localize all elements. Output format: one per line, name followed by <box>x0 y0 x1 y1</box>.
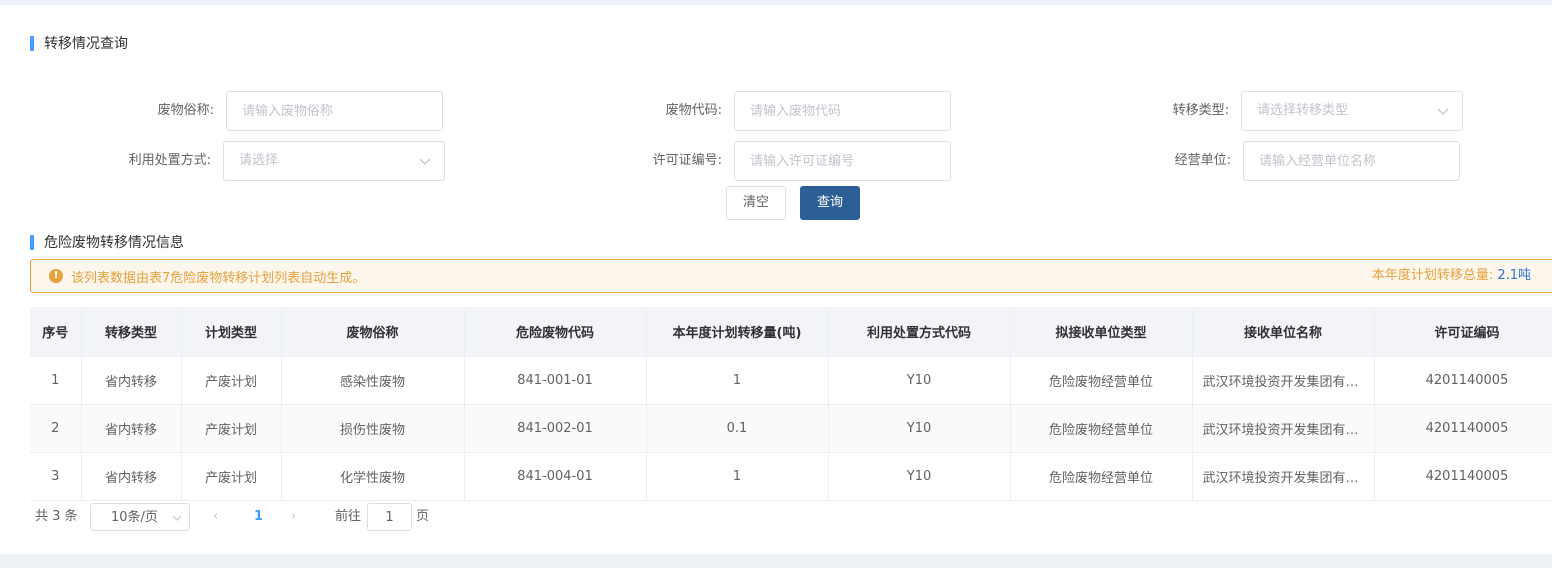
table-cell: 1 <box>30 356 82 405</box>
clear-button[interactable]: 清空 <box>726 186 786 220</box>
table-cell: 841-002-01 <box>464 404 647 453</box>
table-cell: 3 <box>30 452 82 501</box>
title-accent-bar <box>30 234 34 250</box>
query-section-title: 转移情况查询 <box>30 33 128 53</box>
transfer-type-select[interactable]: 请选择转移类型 <box>1241 91 1463 131</box>
next-page-button[interactable]: › <box>291 503 305 531</box>
column-header: 本年度计划转移量(吨) <box>646 307 829 357</box>
table-row[interactable]: 2 省内转移 产废计划 损伤性废物 841-002-01 0.1 Y10 危险废… <box>30 404 1552 453</box>
chevron-down-icon <box>419 158 431 165</box>
goto-page-input[interactable]: 1 <box>367 503 412 531</box>
column-header: 废物俗称 <box>281 307 465 357</box>
table-cell: 841-001-01 <box>464 356 647 405</box>
table-cell: 危险废物经营单位 <box>1010 452 1193 501</box>
table-cell: 841-004-01 <box>464 452 647 501</box>
query-section-title-text: 转移情况查询 <box>44 36 128 52</box>
disposal-method-label: 利用处置方式: <box>128 153 211 168</box>
disposal-method-select[interactable]: 请选择 <box>223 141 445 181</box>
table-cell: 危险废物经营单位 <box>1010 356 1193 405</box>
table-cell: 危险废物经营单位 <box>1010 404 1193 453</box>
table-cell: 损伤性废物 <box>281 404 465 453</box>
table-cell: 武汉环境投资开发集团有限公司 <box>1192 404 1375 453</box>
info-alert: ! 该列表数据由表7危险废物转移计划列表自动生成。 本年度计划转移总量: 2.1吨 <box>30 259 1552 293</box>
table-row[interactable]: 3 省内转移 产废计划 化学性废物 841-004-01 1 Y10 危险废物经… <box>30 452 1552 501</box>
table-cell: 省内转移 <box>81 356 182 405</box>
transfer-table: 序号 转移类型 计划类型 废物俗称 危险废物代码 本年度计划转移量(吨) 利用处… <box>30 307 1552 501</box>
license-no-label: 许可证编号: <box>652 153 722 168</box>
table-cell: 产废计划 <box>181 452 282 501</box>
table-cell: 产废计划 <box>181 404 282 453</box>
column-header: 转移类型 <box>81 307 182 357</box>
pagination-total: 共 3 条 <box>35 509 78 524</box>
column-header: 拟接收单位类型 <box>1010 307 1193 357</box>
table-cell: 0.1 <box>646 404 829 453</box>
table-cell: 4201140005 <box>1374 404 1552 453</box>
column-header: 接收单位名称 <box>1192 307 1375 357</box>
title-accent-bar <box>30 35 34 51</box>
table-cell: Y10 <box>828 404 1011 453</box>
license-no-input[interactable] <box>734 141 951 181</box>
page-size-value: 10条/页 <box>111 510 158 525</box>
table-cell: 2 <box>30 404 82 453</box>
total-label: 本年度计划转移总量: <box>1371 268 1494 283</box>
transfer-type-placeholder: 请选择转移类型 <box>1257 103 1349 118</box>
table-cell: 1 <box>646 356 829 405</box>
transfer-type-label: 转移类型: <box>1172 103 1229 118</box>
table-cell: 省内转移 <box>81 404 182 453</box>
table-cell: 武汉环境投资开发集团有限公司 <box>1192 356 1375 405</box>
page-unit-label: 页 <box>416 509 430 524</box>
operator-input[interactable] <box>1243 141 1460 181</box>
chevron-down-icon <box>172 515 182 521</box>
chevron-down-icon <box>1437 108 1449 115</box>
info-section-title: 危险废物转移情况信息 <box>30 232 184 252</box>
table-cell: 4201140005 <box>1374 356 1552 405</box>
waste-code-label: 废物代码: <box>665 103 722 118</box>
warning-circle-icon: ! <box>49 269 63 283</box>
column-header: 计划类型 <box>181 307 282 357</box>
waste-name-label: 废物俗称: <box>157 103 214 118</box>
table-header-row: 序号 转移类型 计划类型 废物俗称 危险废物代码 本年度计划转移量(吨) 利用处… <box>30 307 1552 357</box>
column-header: 危险废物代码 <box>464 307 647 357</box>
total-value: 2.1吨 <box>1497 268 1531 283</box>
table-cell: Y10 <box>828 452 1011 501</box>
column-header: 许可证编码 <box>1374 307 1552 357</box>
table-cell: 4201140005 <box>1374 452 1552 501</box>
info-section-title-text: 危险废物转移情况信息 <box>44 235 184 251</box>
operator-label: 经营单位: <box>1174 153 1231 168</box>
table-cell: 感染性废物 <box>281 356 465 405</box>
total-summary: 本年度计划转移总量: 2.1吨 <box>1372 260 1531 292</box>
waste-code-input[interactable] <box>734 91 951 131</box>
waste-name-input[interactable] <box>226 91 443 131</box>
goto-label: 前往 <box>335 509 362 524</box>
table-cell: 武汉环境投资开发集团有限公司 <box>1192 452 1375 501</box>
disposal-method-placeholder: 请选择 <box>239 153 279 168</box>
table-cell: 1 <box>646 452 829 501</box>
table-cell: Y10 <box>828 356 1011 405</box>
prev-page-button[interactable]: ‹ <box>213 503 227 531</box>
query-button[interactable]: 查询 <box>800 186 860 220</box>
column-header: 利用处置方式代码 <box>828 307 1011 357</box>
column-header: 序号 <box>30 307 82 357</box>
page-number-current[interactable]: 1 <box>254 503 264 531</box>
table-row[interactable]: 1 省内转移 产废计划 感染性废物 841-001-01 1 Y10 危险废物经… <box>30 356 1552 405</box>
alert-text: 该列表数据由表7危险废物转移计划列表自动生成。 <box>71 270 366 286</box>
table-cell: 化学性废物 <box>281 452 465 501</box>
table-cell: 省内转移 <box>81 452 182 501</box>
page-size-select[interactable]: 10条/页 <box>90 503 190 531</box>
table-cell: 产废计划 <box>181 356 282 405</box>
